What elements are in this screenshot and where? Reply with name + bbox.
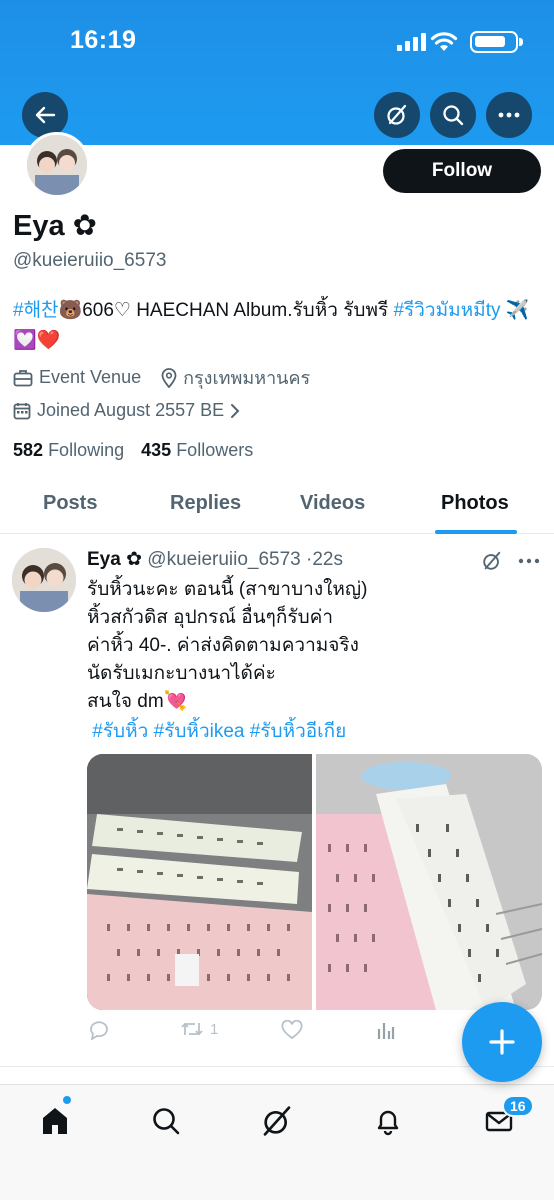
retweet-button[interactable]: 1 (180, 1020, 218, 1038)
profile-meta-row: Event Venue กรุงเทพมหานคร (13, 363, 310, 392)
followers-link[interactable]: 435 Followers (141, 440, 253, 460)
bio-hashtag[interactable]: #รีวิวมัมหมีty (393, 300, 500, 321)
more-button[interactable] (486, 92, 532, 138)
notifications-icon (377, 1110, 399, 1136)
tab-replies[interactable]: Replies (170, 492, 241, 515)
retweet-count: 1 (210, 1020, 219, 1038)
followers-label: Followers (176, 440, 254, 460)
bio-text: 🐻606♡ HAECHAN Album.รับหิ้ว รับพรี (58, 300, 394, 321)
nav-grok[interactable] (259, 1103, 295, 1139)
reply-button[interactable] (88, 1020, 110, 1040)
following-link[interactable]: 582 Following (13, 440, 124, 460)
search-icon (153, 1108, 180, 1135)
signal-icon (397, 33, 426, 51)
grok-icon (387, 104, 407, 125)
tab-videos[interactable]: Videos (300, 492, 365, 515)
profile-stats: 582 Following 435 Followers (13, 440, 253, 461)
back-button[interactable] (22, 92, 68, 138)
views-icon (377, 1023, 395, 1039)
heart-icon (281, 1020, 303, 1040)
home-icon (43, 1108, 67, 1134)
profile-category: Event Venue (39, 367, 142, 387)
follow-button[interactable]: Follow (383, 149, 541, 193)
profile-joined: Joined August 2557 BE (37, 400, 225, 420)
tweet-text: รับหิ้วนะคะ ตอนนี้ (สาขาบางใหญ่) หิ้วสกั… (87, 579, 368, 712)
chevron-right-icon (231, 403, 240, 418)
search-button[interactable] (430, 92, 476, 138)
profile-name: Eya ✿ (13, 210, 97, 242)
tweet-author-handle[interactable]: @kueieruiio_6573 (147, 549, 300, 570)
like-button[interactable] (281, 1020, 303, 1040)
messages-badge: 16 (502, 1095, 534, 1117)
followers-count: 435 (141, 440, 172, 460)
following-count: 582 (13, 440, 44, 460)
avatar-photo (27, 135, 87, 195)
nav-notifications[interactable] (370, 1103, 406, 1139)
tweet-author-avatar[interactable] (12, 548, 76, 612)
tweet-author-name[interactable]: Eya ✿ (87, 549, 142, 570)
photo-pegboards (316, 754, 542, 1010)
profile-header-banner: 16:19 (0, 0, 554, 145)
bottom-nav: 16 (0, 1084, 554, 1200)
tweet-header: Eya ✿ @kueieruiio_6573 ·22s (87, 548, 343, 571)
photo-pegboards (87, 754, 312, 1010)
status-bar: 16:19 (0, 0, 554, 80)
tweet-hashtags[interactable]: #รับหิ้ว #รับหิ้วikea #รับหิ้วอีเกีย (87, 716, 346, 746)
profile-tabs: Posts Replies Videos Photos (0, 480, 554, 534)
tweet-photo-2[interactable] (316, 754, 542, 1010)
profile-bio: #해찬🐻606♡ HAECHAN Album.รับหิ้ว รับพรี #ร… (13, 296, 538, 356)
compose-button[interactable] (462, 1002, 542, 1082)
reply-icon (90, 1021, 108, 1040)
nav-search[interactable] (148, 1103, 184, 1139)
profile-handle: @kueieruiio_6573 (13, 250, 167, 271)
retweet-icon (181, 1022, 203, 1036)
grok-icon (263, 1106, 291, 1136)
briefcase-icon (13, 369, 33, 386)
wifi-icon (430, 32, 458, 51)
tweet-photo-1[interactable] (87, 754, 312, 1010)
calendar-icon (13, 402, 31, 419)
profile-location: กรุงเทพมหานคร (183, 368, 311, 388)
profile-joined-row[interactable]: Joined August 2557 BE (13, 400, 246, 421)
location-pin-icon (161, 367, 177, 388)
battery-icon (470, 31, 523, 53)
status-time: 16:19 (70, 26, 137, 54)
tab-active-indicator (435, 530, 517, 534)
plus-icon (489, 1029, 515, 1055)
arrow-left-icon (35, 106, 56, 124)
tweet-time[interactable]: 22s (312, 549, 343, 570)
following-label: Following (48, 440, 125, 460)
tab-photos[interactable]: Photos (441, 492, 509, 515)
more-horizontal-icon[interactable] (518, 558, 540, 564)
home-unread-dot (63, 1096, 71, 1104)
views-button[interactable] (376, 1020, 396, 1040)
more-horizontal-icon (498, 112, 520, 118)
nav-home[interactable] (37, 1103, 73, 1139)
tab-posts[interactable]: Posts (43, 492, 97, 515)
search-icon (443, 105, 464, 126)
grok-button[interactable] (374, 92, 420, 138)
profile-avatar[interactable] (24, 132, 90, 198)
bio-hashtag[interactable]: #해찬 (13, 300, 59, 321)
avatar-photo (12, 548, 76, 612)
grok-icon[interactable] (481, 550, 503, 572)
